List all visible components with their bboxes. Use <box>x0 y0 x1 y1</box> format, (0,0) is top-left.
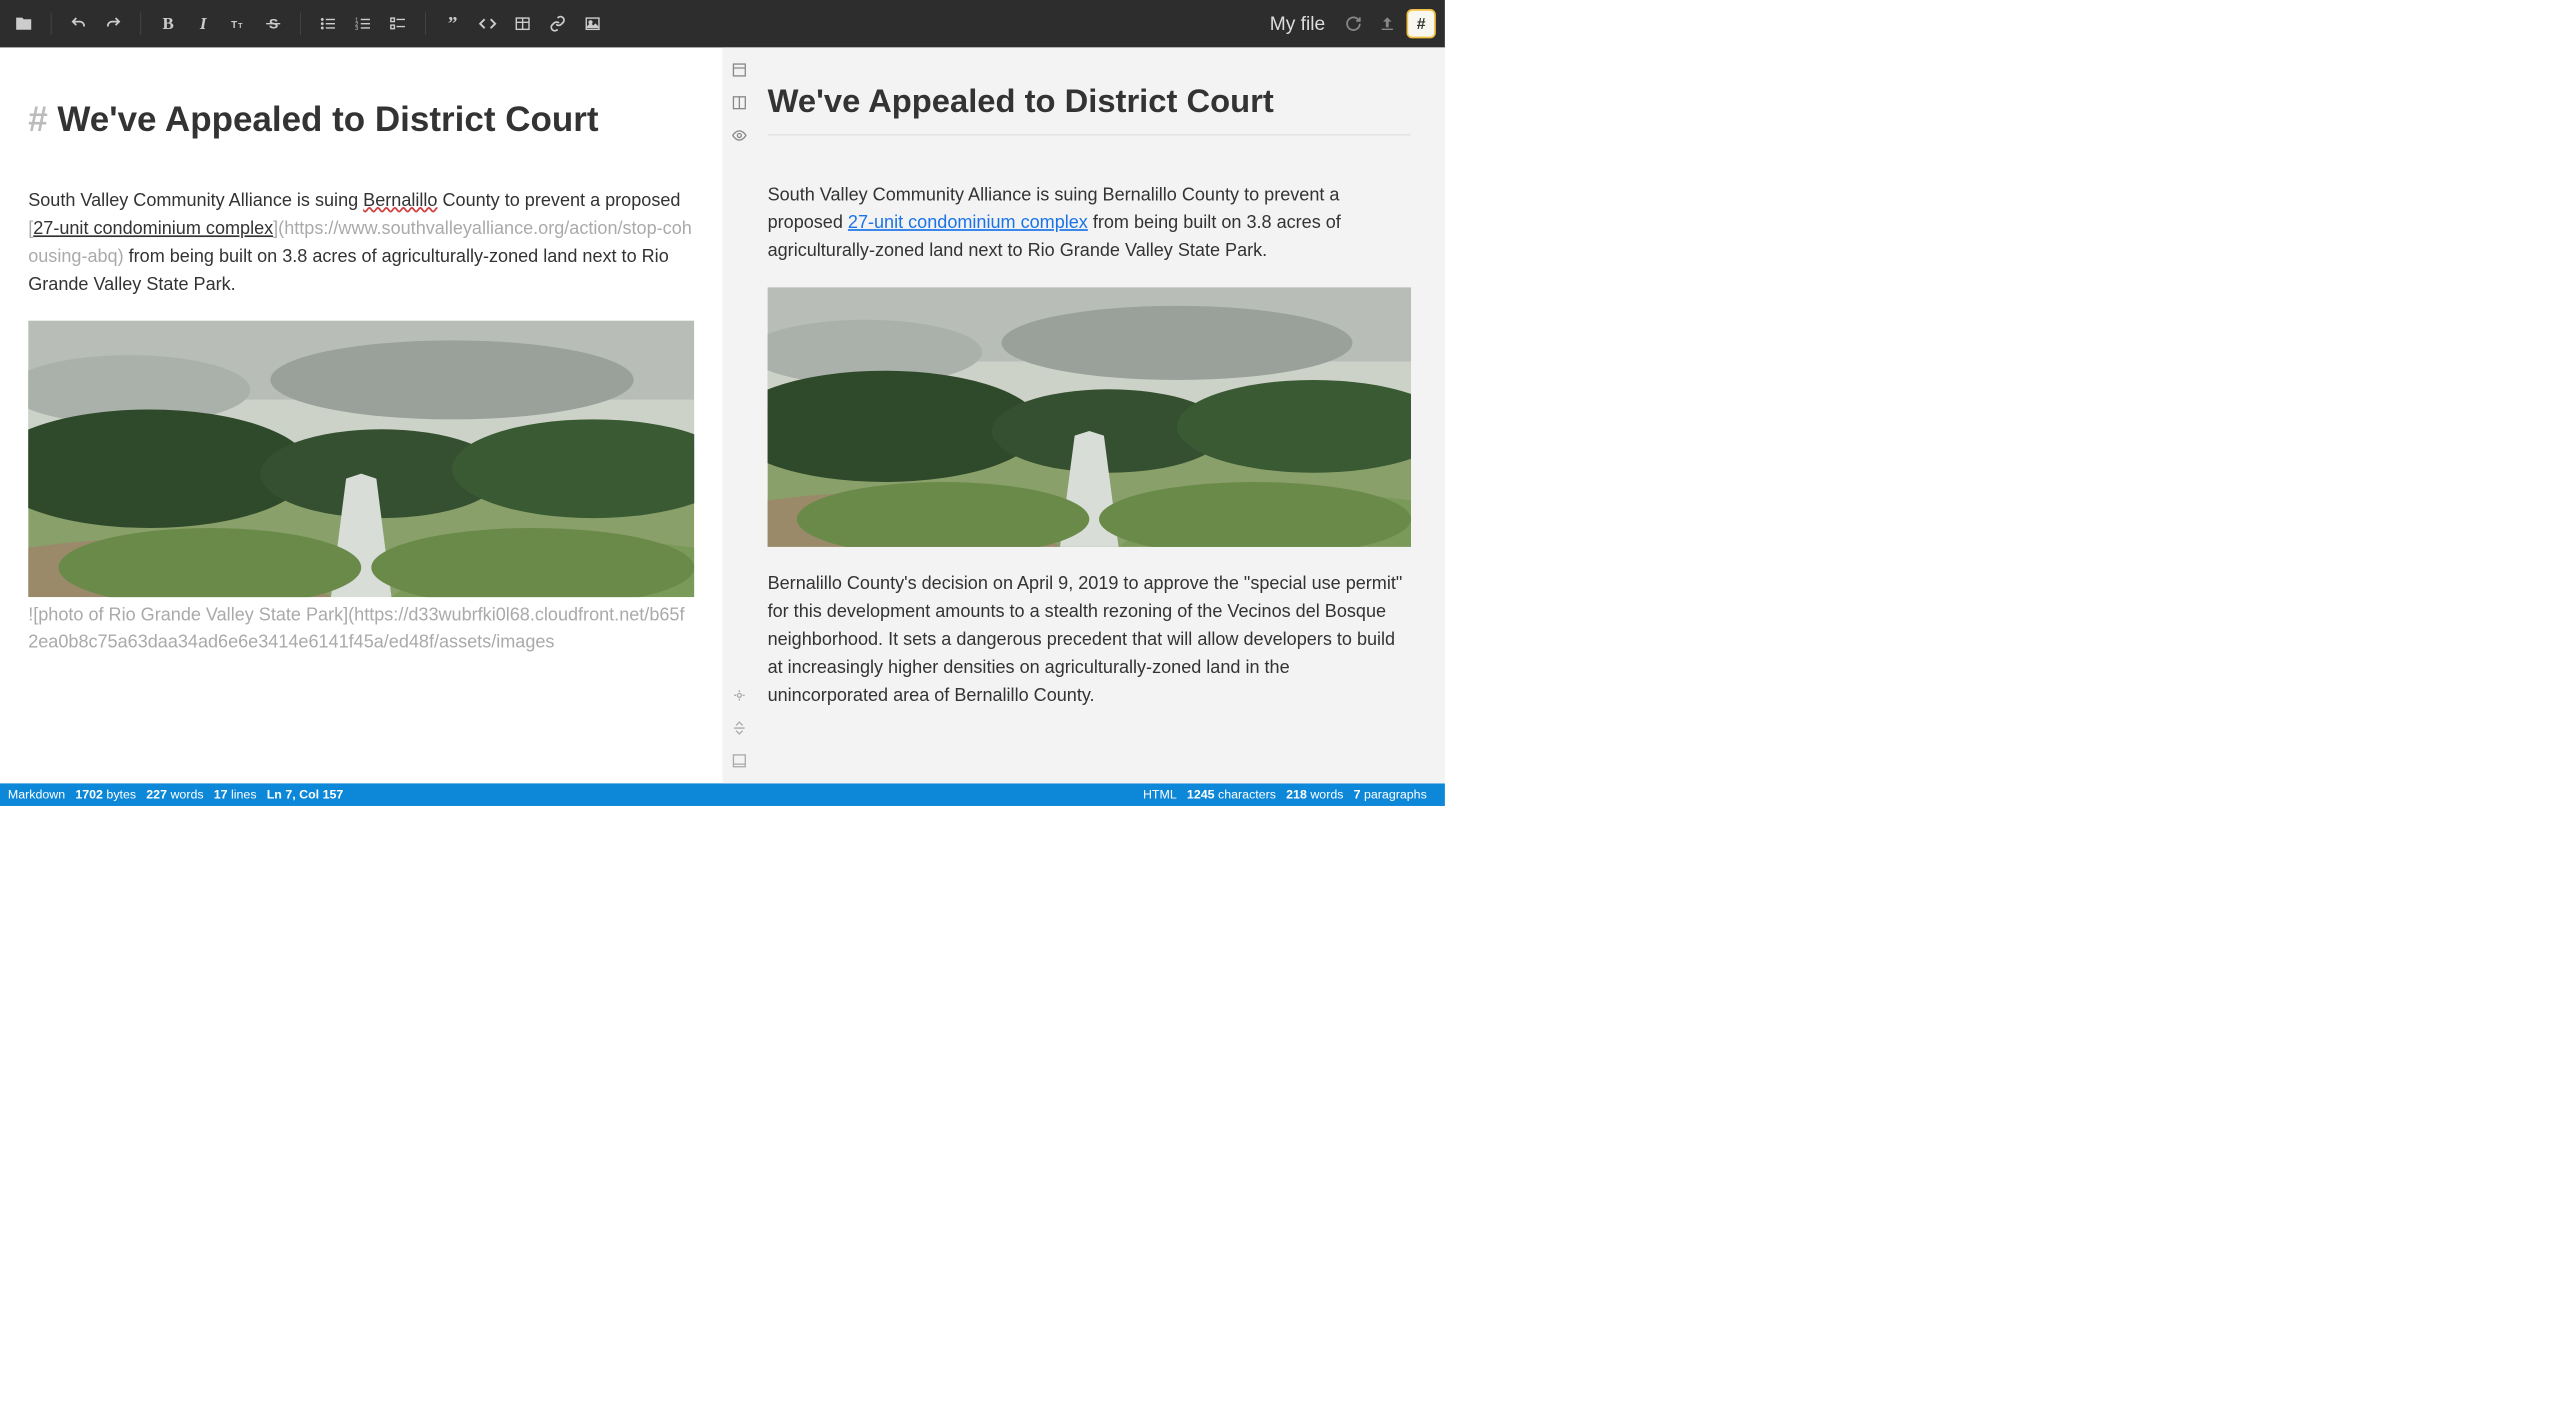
status-format-right: HTML <box>1143 787 1177 802</box>
ordered-list-button[interactable]: 123 <box>348 9 377 38</box>
editor-image-markdown: ![photo of Rio Grande Valley State Park]… <box>28 601 694 655</box>
preview-link[interactable]: 27-unit condominium complex <box>848 212 1088 232</box>
status-rwords-count: 218 <box>1286 787 1307 801</box>
open-file-button[interactable] <box>9 9 38 38</box>
status-lines-count: 17 <box>214 787 228 801</box>
scroll-sync-button[interactable] <box>728 717 751 740</box>
heading-hash: # <box>28 100 57 139</box>
link-button[interactable] <box>543 9 572 38</box>
undo-button[interactable] <box>64 9 93 38</box>
code-button[interactable] <box>473 9 502 38</box>
focus-mode-button[interactable] <box>728 684 751 707</box>
svg-text:3: 3 <box>355 26 358 32</box>
heading-button[interactable]: TT <box>224 9 253 38</box>
status-bar: Markdown 1702 bytes 227 words 17 lines L… <box>0 783 1445 806</box>
view-side-by-side-button[interactable] <box>728 91 751 114</box>
unordered-list-button[interactable] <box>313 9 342 38</box>
heading-text: We've Appealed to District Court <box>57 100 598 139</box>
table-button[interactable] <box>508 9 537 38</box>
view-switcher <box>722 47 756 783</box>
editor-pane[interactable]: # We've Appealed to District Court South… <box>0 47 722 783</box>
svg-text:T: T <box>231 20 237 31</box>
toolbar-divider <box>141 12 142 35</box>
app-logo-icon[interactable]: # <box>1406 9 1435 38</box>
view-top-bottom-button[interactable] <box>728 59 751 82</box>
bold-button[interactable]: B <box>154 9 183 38</box>
preview-pane: We've Appealed to District Court South V… <box>756 47 1445 783</box>
editor-image-preview <box>28 321 694 598</box>
preview-paragraph-2: Bernalillo County's decision on April 9,… <box>768 569 1411 709</box>
status-cursor-pos: Ln 7, Col 157 <box>267 787 344 802</box>
file-title: My file <box>1270 13 1325 35</box>
toolbar-divider <box>300 12 301 35</box>
preview-image <box>768 287 1411 547</box>
toolbar-divider <box>425 12 426 35</box>
status-bytes-count: 1702 <box>75 787 103 801</box>
preview-heading: We've Appealed to District Court <box>768 76 1411 127</box>
redo-button[interactable] <box>99 9 128 38</box>
toolbar: B I TT S 123 ” My file <box>0 0 1445 47</box>
toolbar-divider <box>51 12 52 35</box>
preview-paragraph-1: South Valley Community Alliance is suing… <box>768 181 1411 265</box>
main-split: # We've Appealed to District Court South… <box>0 47 1445 783</box>
layout-toggle-button[interactable] <box>728 750 751 773</box>
italic-button[interactable]: I <box>189 9 218 38</box>
image-button[interactable] <box>578 9 607 38</box>
toolbar-right: # <box>1339 9 1436 38</box>
status-chars-count: 1245 <box>1187 787 1215 801</box>
svg-text:T: T <box>238 23 243 30</box>
sync-button[interactable] <box>1339 9 1368 38</box>
blockquote-button[interactable]: ” <box>438 9 467 38</box>
editor-paragraph-1: South Valley Community Alliance is suing… <box>28 186 694 298</box>
status-format-left: Markdown <box>8 787 65 802</box>
editor-link-text: 27-unit condominium complex <box>33 218 273 238</box>
view-preview-button[interactable] <box>728 124 751 147</box>
strikethrough-button[interactable]: S <box>258 9 287 38</box>
toolbar-left: B I TT S 123 ” <box>9 9 607 38</box>
preview-hr <box>768 134 1411 135</box>
preview-wrapper: We've Appealed to District Court South V… <box>722 47 1444 783</box>
checklist-button[interactable] <box>383 9 412 38</box>
upload-button[interactable] <box>1373 9 1402 38</box>
editor-heading: # We've Appealed to District Court <box>28 93 694 147</box>
status-paras-count: 7 <box>1354 787 1361 801</box>
spellcheck-word: Bernalillo <box>363 190 437 210</box>
status-words-count: 227 <box>146 787 167 801</box>
